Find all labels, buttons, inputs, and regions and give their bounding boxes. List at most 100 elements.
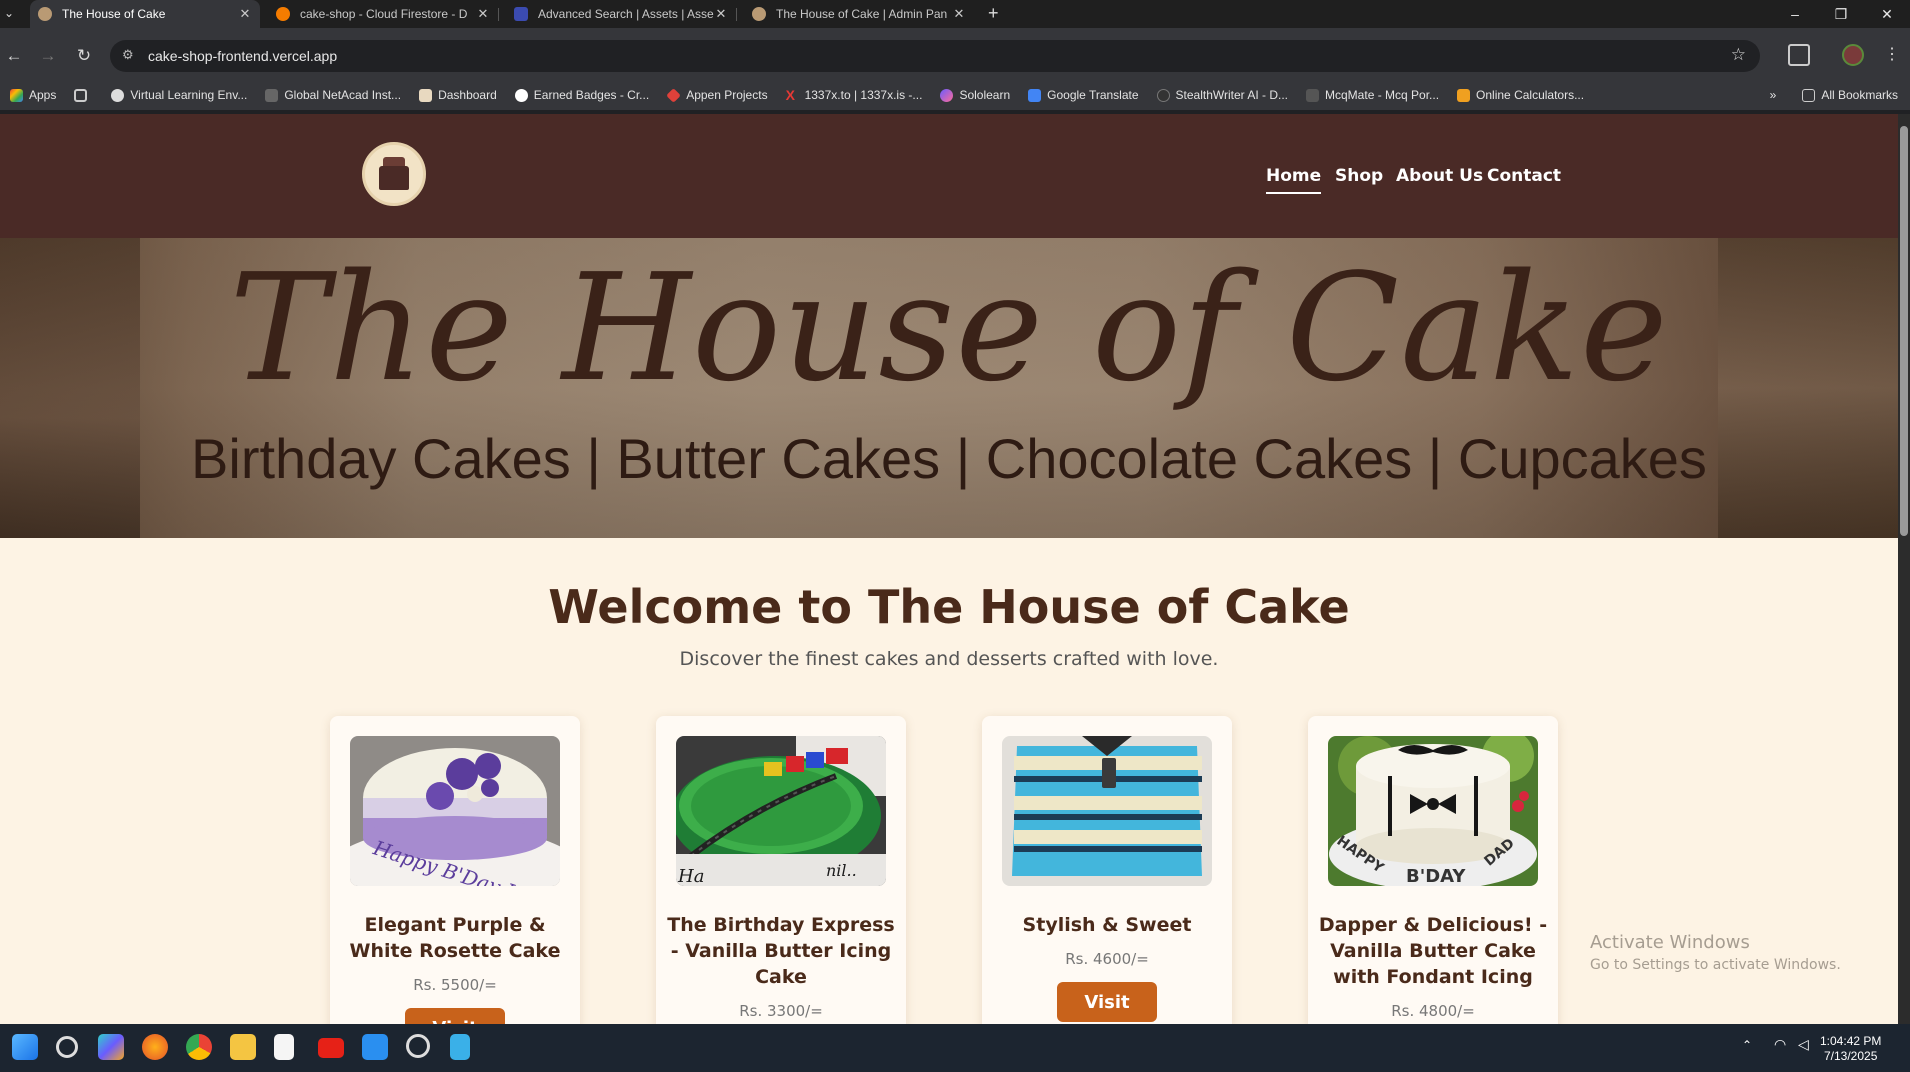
watermark-title: Activate Windows [1590,932,1750,953]
minimize-icon[interactable]: – [1772,0,1818,28]
tab-admin-panel[interactable]: The House of Cake | Admin Pan ✕ [744,0,974,28]
bookmark-earned-badges[interactable]: Earned Badges - Cr... [514,88,650,102]
restore-icon[interactable]: ❐ [1818,0,1864,28]
window-close-icon[interactable]: ✕ [1864,0,1910,28]
start-icon[interactable] [12,1034,38,1060]
close-icon[interactable]: ✕ [238,6,252,22]
copilot-icon[interactable] [98,1034,124,1060]
bookmark-1337x[interactable]: X 1337x.to | 1337x.is -... [785,86,923,103]
notes-app-icon[interactable] [450,1034,470,1060]
bookmark-label: Earned Badges - Cr... [533,88,650,102]
nav-shop[interactable]: Shop [1335,166,1383,186]
tab-house-of-cake[interactable]: The House of Cake ✕ [30,0,260,28]
file-explorer-icon[interactable] [230,1034,256,1060]
site-logo[interactable] [362,142,426,206]
visit-button[interactable]: Visit [405,1008,505,1024]
bookmark-google-translate[interactable]: Google Translate [1028,88,1139,102]
product-name[interactable]: The Birthday Express - Vanilla Butter Ic… [666,912,896,990]
github-desktop-icon[interactable] [406,1034,430,1058]
bookmark-stealthwriter[interactable]: StealthWriter AI - D... [1156,88,1289,102]
bookmarks-overflow-icon[interactable]: » [1770,88,1777,102]
search-icon[interactable] [56,1036,78,1058]
close-icon[interactable]: ✕ [476,6,490,22]
product-card: Ha nil.. The Birthday Express - Vanilla … [656,716,906,1024]
translate-icon [1028,88,1042,102]
tab-advanced-search[interactable]: Advanced Search | Assets | Asse ✕ [506,0,737,28]
product-name[interactable]: Elegant Purple & White Rosette Cake [340,912,570,964]
clock-date: 7/13/2025 [1823,1049,1878,1063]
bookmark-dashboard[interactable]: Dashboard [419,88,497,102]
product-image-stylish-sweet-cake[interactable] [1002,736,1212,886]
all-bookmarks[interactable]: All Bookmarks [1802,88,1898,102]
bookmark-grid[interactable] [74,88,93,102]
visit-button[interactable]: Visit [1057,982,1157,1022]
nav-about-us[interactable]: About Us [1396,166,1483,186]
bookmark-label: Global NetAcad Inst... [284,88,402,102]
extensions-icon[interactable] [1788,44,1810,66]
tab-firestore[interactable]: cake-shop - Cloud Firestore - D ✕ [268,0,499,28]
product-name[interactable]: Stylish & Sweet [992,912,1222,938]
bookmark-apps[interactable]: Apps [10,88,56,102]
nav-contact[interactable]: Contact [1487,166,1561,186]
hero-banner: The House of Cake Birthday Cakes | Butte… [0,238,1898,538]
product-card: Stylish & Sweet Rs. 4600/= Visit [982,716,1232,1024]
chrome-icon[interactable] [186,1034,212,1060]
bookmark-sololearn[interactable]: Sololearn [940,88,1010,102]
tab-title: cake-shop - Cloud Firestore - D [300,7,468,21]
bookmark-netacad[interactable]: Global NetAcad Inst... [265,88,401,102]
volume-icon[interactable]: ◁ [1798,1036,1809,1053]
vscode-icon[interactable] [362,1034,388,1060]
bookmark-label: 1337x.to | 1337x.is -... [804,88,923,102]
bookmark-online-calculators[interactable]: Online Calculators... [1457,88,1584,102]
tab-search-icon[interactable]: ⌄ [4,6,14,20]
back-icon[interactable]: ← [4,44,24,68]
close-icon[interactable]: ✕ [714,6,728,22]
reload-icon[interactable]: ↻ [74,44,94,68]
url-text[interactable]: cake-shop-frontend.vercel.app [148,48,337,64]
bookmark-appen[interactable]: Appen Projects [666,87,768,103]
bookmark-label: Dashboard [438,88,497,102]
forward-icon[interactable]: → [38,44,58,68]
bookmark-label: Online Calculators... [1476,88,1585,102]
site-info-icon[interactable]: ⚙ [122,47,134,63]
scrollbar-thumb[interactable] [1900,126,1908,536]
bookmark-label: All Bookmarks [1821,88,1898,102]
bookmark-star-icon[interactable]: ☆ [1731,45,1746,65]
close-icon[interactable]: ✕ [952,6,966,22]
vle-icon [111,88,125,102]
hero-subtitle: Birthday Cakes | Butter Cakes | Chocolat… [191,427,1707,490]
product-price: Rs. 5500/= [413,976,497,994]
tab-title: The House of Cake | Admin Pan [776,7,948,21]
activate-windows-watermark: Activate Windows Go to Settings to activ… [1590,932,1841,973]
wifi-icon[interactable]: ◠ [1774,1036,1786,1053]
stealthwriter-icon [1156,88,1170,102]
1337x-icon: X [785,86,795,103]
menu-kebab-icon[interactable]: ⋮ [1884,44,1900,64]
watermark-subtitle: Go to Settings to activate Windows. [1590,957,1841,973]
svg-text:Ha: Ha [677,866,704,886]
product-price: Rs. 4600/= [1065,950,1149,968]
product-image-dapper-delicious-cake[interactable]: HAPPY B'DAY DAD [1328,736,1538,886]
bookmarks-bar: Apps Virtual Learning Env... Global NetA… [0,80,1910,110]
product-name[interactable]: Dapper & Delicious! - Vanilla Butter Cak… [1318,912,1548,990]
tray-chevron-icon[interactable]: ⌃ [1742,1038,1752,1052]
bookmark-virtual-learning[interactable]: Virtual Learning Env... [111,88,247,102]
tab-title: Advanced Search | Assets | Asse [538,7,714,21]
bookmark-mcqmate[interactable]: McqMate - Mcq Por... [1306,88,1439,102]
nav-home[interactable]: Home [1266,166,1322,194]
firefox-icon[interactable] [142,1034,168,1060]
welcome-subtitle: Discover the finest cakes and desserts c… [679,648,1219,670]
address-bar[interactable]: ⚙ cake-shop-frontend.vercel.app ☆ [110,40,1760,72]
product-image-birthday-express-cake[interactable]: Ha nil.. [676,736,886,886]
apps-grid-icon [10,88,23,102]
profile-avatar[interactable] [1842,44,1864,66]
youtube-icon[interactable] [318,1038,344,1058]
cake-logo-icon [379,157,409,190]
bookmark-label: StealthWriter AI - D... [1175,88,1289,102]
bookmark-label: Google Translate [1047,88,1139,102]
system-clock[interactable]: 1:04:42 PM 7/13/2025 [1820,1034,1881,1064]
product-image-purple-rosette-cake[interactable]: Happy B'Day Hansima [350,736,560,886]
notepad-icon[interactable] [274,1034,294,1060]
welcome-title: Welcome to The House of Cake [548,580,1350,634]
new-tab-icon[interactable]: + [988,3,999,24]
